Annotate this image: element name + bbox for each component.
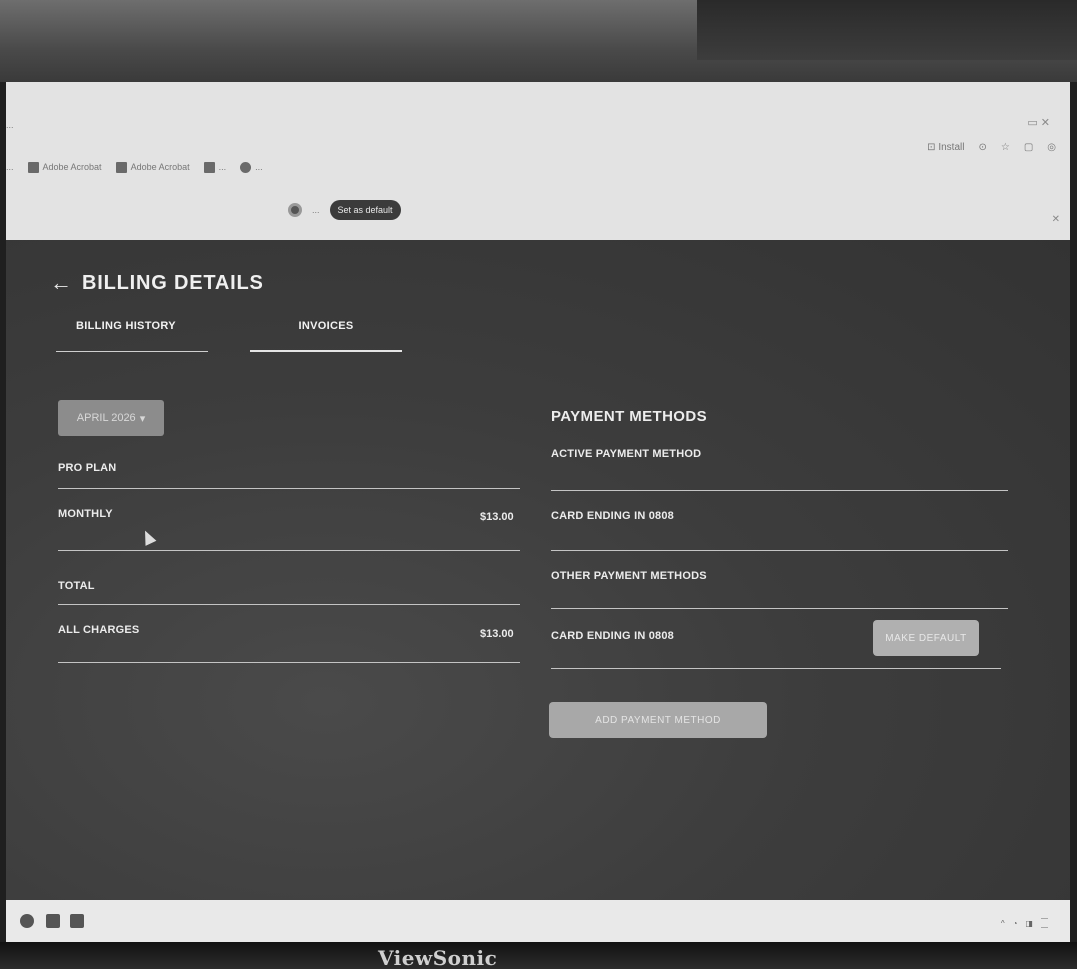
bookmark-item[interactable]: Adobe Acrobat [115, 161, 190, 173]
bookmark-item[interactable]: ... [6, 162, 14, 172]
billing-app: ← BILLING DETAILS BILLING HISTORY INVOIC… [6, 240, 1070, 900]
bookmark-label: ... [255, 162, 263, 172]
install-button[interactable]: ⊡ Install [927, 142, 964, 153]
close-icon[interactable]: ✕ [1052, 214, 1060, 225]
toolbar-right: ⊡ Install ⊙ ☆ ▢ ◎ [927, 142, 1056, 153]
tab-invoices[interactable]: INVOICES [250, 320, 402, 352]
doc-icon [203, 161, 215, 173]
chevron-up-icon[interactable]: ^ [1001, 919, 1005, 928]
app-icon[interactable] [70, 914, 84, 928]
adobe-icon [115, 161, 127, 173]
chrome-icon [288, 203, 302, 217]
browser-chrome: ... ▭ ✕ ⊡ Install ⊙ ☆ ▢ ◎ ... Adobe Acro… [6, 82, 1070, 240]
bookmark-item[interactable]: ... [240, 161, 263, 173]
add-payment-method-button[interactable]: ADD PAYMENT METHOD [549, 702, 767, 738]
system-tray: ^ ◔ ◨ — — [1001, 914, 1048, 932]
payment-methods-title: PAYMENT METHODS [551, 408, 708, 425]
line-item-label: MONTHLY [58, 508, 113, 520]
window-controls[interactable]: ▭ ✕ [1027, 116, 1050, 129]
folder-icon[interactable] [46, 914, 60, 928]
month-label: APRIL 2026 [76, 412, 136, 424]
plan-name: PRO PLAN [58, 462, 117, 474]
volume-icon[interactable]: ◨ [1025, 919, 1033, 928]
bookmark-label: Adobe Acrobat [42, 162, 102, 172]
address-bar[interactable]: ... ▭ ✕ [6, 110, 1070, 144]
bookmark-label: Adobe Acrobat [130, 162, 190, 172]
notice-text: ... [312, 205, 320, 215]
arrow-left-icon[interactable]: ← [50, 270, 72, 296]
bookmark-item[interactable]: ... [203, 161, 227, 173]
divider [58, 604, 520, 605]
divider [551, 490, 1008, 491]
monitor-bezel-top [0, 0, 1077, 82]
total-heading: TOTAL [58, 580, 95, 592]
background-wall [697, 0, 1077, 60]
all-charges-amount: $13.00 [480, 628, 514, 640]
divider [58, 550, 520, 551]
taskbar: ^ ◔ ◨ — — [6, 900, 1070, 944]
install-label: Install [938, 142, 965, 153]
bookmarks-bar: ... Adobe Acrobat Adobe Acrobat ... ... [6, 158, 263, 176]
divider [58, 662, 520, 663]
divider [551, 668, 1001, 669]
extensions-icon[interactable]: ▢ [1024, 142, 1033, 153]
divider [551, 550, 1008, 551]
divider [58, 488, 520, 489]
monitor-brand: ViewSonic [378, 946, 498, 969]
chevron-down-icon: ▾ [139, 412, 146, 425]
profile-icon[interactable]: ◎ [1047, 142, 1056, 153]
bookmark-label: ... [218, 162, 227, 172]
active-method-heading: ACTIVE PAYMENT METHOD [551, 448, 702, 460]
page-title: BILLING DETAILS [82, 271, 264, 294]
divider [551, 608, 1008, 609]
url-text[interactable]: ... [6, 120, 14, 130]
month-selector[interactable]: APRIL 2026 ▾ [58, 400, 164, 436]
set-default-button[interactable]: Set as default [329, 200, 401, 220]
globe-icon [240, 161, 252, 173]
make-default-button[interactable]: MAKE DEFAULT [873, 620, 979, 656]
clock[interactable]: — — [1041, 914, 1048, 932]
bookmark-label: ... [6, 162, 14, 172]
other-card: CARD ENDING IN 0808 [551, 630, 674, 642]
other-methods-heading: OTHER PAYMENT METHODS [551, 570, 707, 582]
monitor-bezel-bottom [0, 942, 1077, 969]
star-icon[interactable]: ☆ [1001, 142, 1010, 153]
zoom-icon[interactable]: ⊙ [978, 142, 986, 153]
screen: ... ▭ ✕ ⊡ Install ⊙ ☆ ▢ ◎ ... Adobe Acro… [6, 82, 1070, 944]
tab-billing-history[interactable]: BILLING HISTORY [56, 320, 208, 352]
line-item-amount: $13.00 [480, 511, 514, 523]
network-icon[interactable]: ◔ [1013, 919, 1018, 928]
all-charges-label: ALL CHARGES [58, 624, 140, 636]
header: ← BILLING DETAILS [50, 270, 264, 296]
bookmark-item[interactable]: Adobe Acrobat [27, 161, 102, 173]
mouse-cursor [139, 528, 157, 546]
default-browser-notice: ... Set as default [288, 200, 401, 220]
adobe-icon [27, 161, 39, 173]
chrome-icon[interactable] [20, 914, 34, 928]
active-card: CARD ENDING IN 0808 [551, 510, 674, 522]
